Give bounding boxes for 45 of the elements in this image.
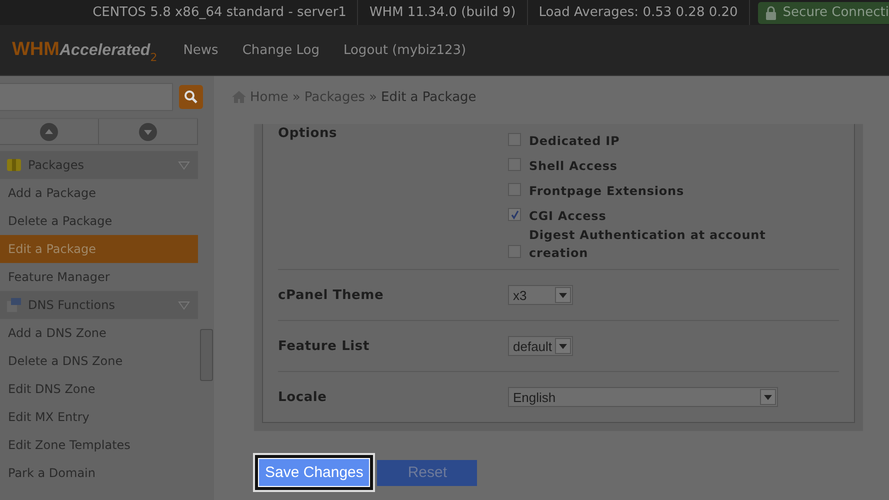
caret-icon — [178, 300, 190, 310]
field-label: cPanel Theme — [278, 288, 385, 302]
caret-icon — [178, 160, 190, 170]
search-icon — [184, 90, 198, 104]
lock-icon — [764, 6, 777, 20]
field-label: Feature List — [278, 338, 370, 354]
checkbox[interactable] — [508, 183, 521, 196]
option-label: Dedicated IP — [529, 133, 620, 150]
caret-icon — [559, 344, 567, 348]
option-label: Digest Authentication at account creation — [529, 227, 767, 262]
secure-connection-badge: Secure Connecti — [758, 2, 889, 24]
menu-item[interactable]: Delete a DNS Zone — [0, 347, 198, 375]
caret-icon — [764, 394, 772, 400]
checkbox[interactable] — [508, 158, 521, 171]
menu-item[interactable]: Edit Zone Templates — [0, 431, 198, 459]
menu-item[interactable]: Add a Package — [0, 179, 198, 207]
dropdown[interactable]: default — [508, 336, 573, 356]
checkbox[interactable] — [508, 208, 521, 221]
current-page-title: Edit a Package — [381, 90, 476, 104]
option-label: Shell Access — [529, 158, 618, 175]
search-button[interactable] — [179, 85, 203, 109]
option-label: Frontpage Extensions — [529, 183, 684, 200]
dropdown[interactable]: English — [508, 387, 778, 407]
field-label: Locale — [278, 390, 328, 404]
menu-item[interactable]: Edit MX Entry — [0, 403, 198, 431]
menu-item[interactable]: Edit DNS Zone — [0, 375, 198, 403]
menu-item[interactable]: Add a DNS Zone — [0, 319, 198, 347]
dropdown[interactable]: x3 — [508, 285, 573, 305]
option-label: CGI Access — [529, 208, 606, 225]
checkbox[interactable] — [508, 133, 521, 146]
nav-link[interactable]: Change Log — [230, 42, 332, 58]
box-icon — [6, 158, 22, 172]
menu-item[interactable]: Delete a Package — [0, 207, 198, 235]
menu-item[interactable]: Park a Domain — [0, 459, 198, 487]
checkbox[interactable] — [508, 245, 521, 258]
menu-item[interactable]: Edit a Package — [0, 235, 198, 263]
breadcrumb-separator: » — [369, 90, 377, 104]
reset-button[interactable]: Reset — [377, 460, 478, 486]
menu-item[interactable]: Feature Manager — [0, 263, 198, 291]
nav-link[interactable]: Logout (mybiz123) — [331, 42, 478, 58]
caret-icon — [559, 292, 567, 298]
nav-link[interactable]: News — [171, 42, 230, 58]
server-icon — [6, 297, 22, 313]
field-label: Options — [278, 126, 338, 141]
breadcrumb-separator: » — [292, 90, 300, 104]
